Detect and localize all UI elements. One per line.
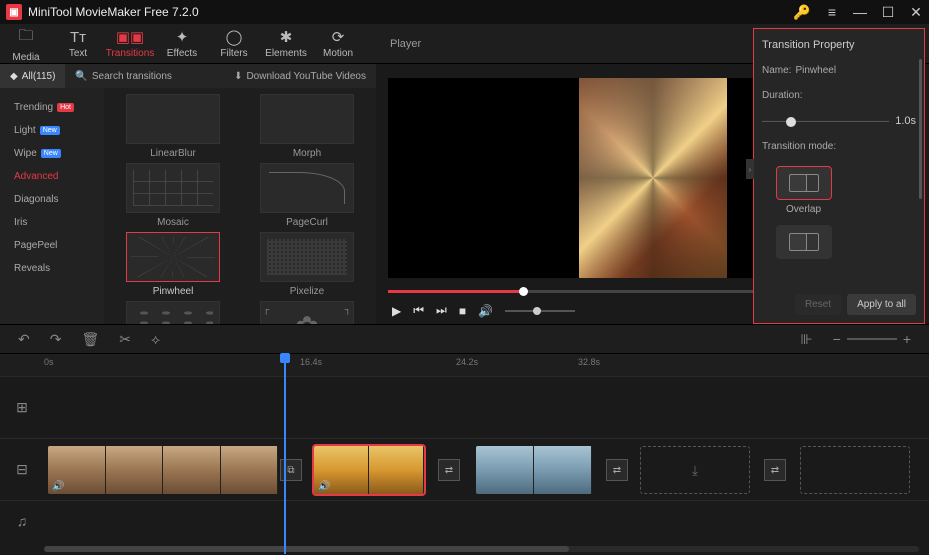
thumb-extra1[interactable] [110,301,236,324]
tab-transitions[interactable]: ▣▣Transitions [104,24,156,63]
crop-button[interactable]: ⟡ [151,331,160,348]
cat-light[interactable]: LightNew [0,119,104,142]
transition-node-3[interactable]: ⇄ [606,459,628,481]
thumb-linearblur[interactable]: LinearBlur [110,94,236,159]
mode-overlap-label: Overlap [786,204,916,215]
text-icon: Tᴛ [70,29,86,46]
next-button[interactable]: ⏭ [436,303,447,318]
search-transitions[interactable]: 🔍Search transitions [65,64,182,88]
filters-icon: ◯ [226,28,243,46]
cat-diagonals[interactable]: Diagonals [0,188,104,211]
transitions-icon: ▣▣ [116,28,144,46]
minimize-button[interactable]: — [853,4,867,20]
timeline-toolbar: ↶ ↷ 🗑 ✂ ⟡ ⊪ − + [0,324,929,354]
thumb-pixelize[interactable]: Pixelize [244,232,370,297]
mode-label: Transition mode: [762,141,836,152]
maximize-button[interactable]: ☐ [881,4,895,21]
timeline-ruler[interactable]: 0s 16.4s 24.2s 32.8s [0,354,929,376]
redo-button[interactable]: ↷ [50,331,62,348]
mode-other[interactable] [776,225,832,259]
drop-slot-2[interactable] [800,446,910,494]
thumb-morph[interactable]: Morph [244,94,370,159]
undo-button[interactable]: ↶ [18,331,30,348]
cat-iris[interactable]: Iris [0,211,104,234]
timeline-scrollbar[interactable] [44,546,919,552]
panel-scrollbar[interactable] [919,59,922,199]
delete-button[interactable]: 🗑 [81,331,99,348]
prev-button[interactable]: ⏮ [413,303,424,318]
play-button[interactable]: ▶ [392,304,401,318]
name-value: Pinwheel [795,65,836,76]
panel-collapse-button[interactable]: › [746,159,754,179]
volume-icon[interactable]: 🔊 [478,304,493,318]
zoom-slider[interactable] [847,338,897,340]
thumb-mosaic[interactable]: Mosaic [110,163,236,228]
cat-advanced[interactable]: Advanced [0,165,104,188]
download-youtube[interactable]: ⬇ Download YouTube Videos [224,64,376,88]
stop-button[interactable]: ■ [459,304,466,318]
apply-all-button[interactable]: Apply to all [847,294,916,315]
tab-text[interactable]: TᴛText [52,24,104,63]
clip-1[interactable]: 🔊 [48,446,278,494]
clip-2[interactable]: 🔊 [314,446,424,494]
playhead[interactable] [284,354,286,554]
menu-icon[interactable]: ≡ [825,4,839,20]
key-icon[interactable]: 🔑 [793,4,807,21]
app-logo: ▣ [6,4,22,20]
audio-track[interactable]: ♫ [0,500,929,540]
effects-icon: ✦ [176,28,189,46]
thumb-extra2[interactable]: ┌┐ [244,301,370,324]
video-track[interactable]: ⊟ 🔊 ⧉ 🔊 ⇄ ⇄ ⤓ ⇄ [0,438,929,500]
mode-overlap[interactable] [776,166,832,200]
download-icon: ⬇ [234,71,242,82]
cat-reveals[interactable]: Reveals [0,257,104,280]
category-list: TrendingHot LightNew WipeNew Advanced Di… [0,88,104,324]
timeline: 0s 16.4s 24.2s 32.8s ⊞ ⊟ 🔊 ⧉ 🔊 ⇄ ⇄ ⤓ ⇄ ♫ [0,354,929,554]
duration-slider[interactable] [762,120,889,122]
zoom-out-button[interactable]: − [833,331,841,347]
app-title: MiniTool MovieMaker Free 7.2.0 [28,5,793,19]
transition-property-panel: › Transition Property Name:Pinwheel Dura… [753,28,925,324]
cut-button[interactable]: ✂ [119,331,131,348]
subtab-all[interactable]: ◆ All(115) [0,64,65,88]
overlay-track-icon: ⊞ [0,399,44,416]
panel-title: Transition Property [762,39,916,51]
cat-pagepeel[interactable]: PagePeel [0,234,104,257]
duration-label: Duration: [762,90,803,101]
search-icon: 🔍 [75,71,87,82]
tab-media[interactable]: 🗀Media [0,24,52,63]
elements-icon: ✱ [280,28,293,46]
motion-icon: ⟳ [332,28,345,46]
transition-node-2[interactable]: ⇄ [438,459,460,481]
transition-grid: LinearBlur Morph Mosaic PageCurl Pinwhee… [104,88,376,324]
title-bar: ▣ MiniTool MovieMaker Free 7.2.0 🔑 ≡ — ☐… [0,0,929,24]
name-label: Name: [762,65,791,76]
clip-3[interactable] [476,446,592,494]
cat-wipe[interactable]: WipeNew [0,142,104,165]
transition-node-4[interactable]: ⇄ [764,459,786,481]
audio-icon: 🔊 [318,481,330,492]
folder-icon: 🗀 [18,25,33,50]
progress-bar[interactable] [388,290,785,293]
tab-filters[interactable]: ◯Filters [208,24,260,63]
drop-slot-1[interactable]: ⤓ [640,446,750,494]
player-label: Player [390,38,421,50]
tab-motion[interactable]: ⟳Motion [312,24,364,63]
volume-slider[interactable] [505,310,575,312]
video-track-icon: ⊟ [0,461,44,478]
audio-icon: 🔊 [52,481,64,492]
thumb-pinwheel[interactable]: Pinwheel [110,232,236,297]
overlay-track[interactable]: ⊞ [0,376,929,438]
audio-track-icon: ♫ [0,513,44,529]
zoom-in-button[interactable]: + [903,331,911,347]
duration-value: 1.0s [895,115,916,127]
speed-button[interactable]: ⊪ [800,331,812,348]
thumb-pagecurl[interactable]: PageCurl [244,163,370,228]
tab-effects[interactable]: ✦Effects [156,24,208,63]
reset-button[interactable]: Reset [795,294,841,315]
tab-elements[interactable]: ✱Elements [260,24,312,63]
cat-trending[interactable]: TrendingHot [0,96,104,119]
close-button[interactable]: ✕ [909,4,923,21]
